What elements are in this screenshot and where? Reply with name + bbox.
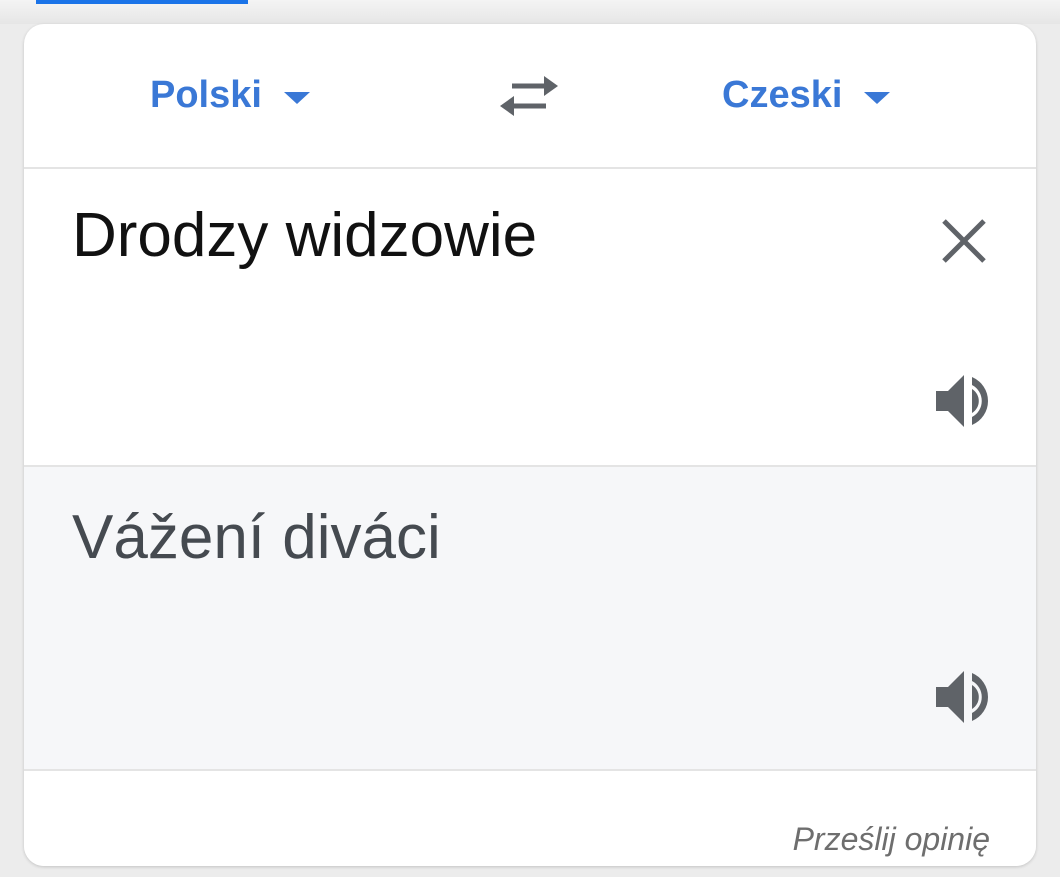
target-language-label: Czeski [722,73,843,116]
source-language-label: Polski [150,73,262,116]
speaker-icon[interactable] [932,371,996,431]
source-language-button[interactable]: Polski [150,70,310,120]
language-selector-bar: Polski Czeski [24,24,1036,169]
close-icon[interactable] [936,213,992,269]
caret-down-icon [864,92,891,104]
card-footer: Prześlij opinię [24,771,1036,866]
caret-down-icon [283,92,310,104]
translate-card: Polski Czeski Drodzy widzowie Vážení div… [24,24,1036,866]
swap-languages-icon[interactable] [494,68,564,124]
target-language-button[interactable]: Czeski [722,70,891,120]
speaker-icon[interactable] [932,667,996,727]
translation-output-area: Vážení diváci [24,467,1036,771]
active-tab-indicator [36,0,248,4]
send-feedback-link[interactable]: Prześlij opinię [793,821,990,858]
top-tab-strip [0,0,1060,24]
translated-text: Vážení diváci [72,503,441,572]
source-input-area[interactable]: Drodzy widzowie [24,169,1036,467]
source-text[interactable]: Drodzy widzowie [72,205,537,267]
